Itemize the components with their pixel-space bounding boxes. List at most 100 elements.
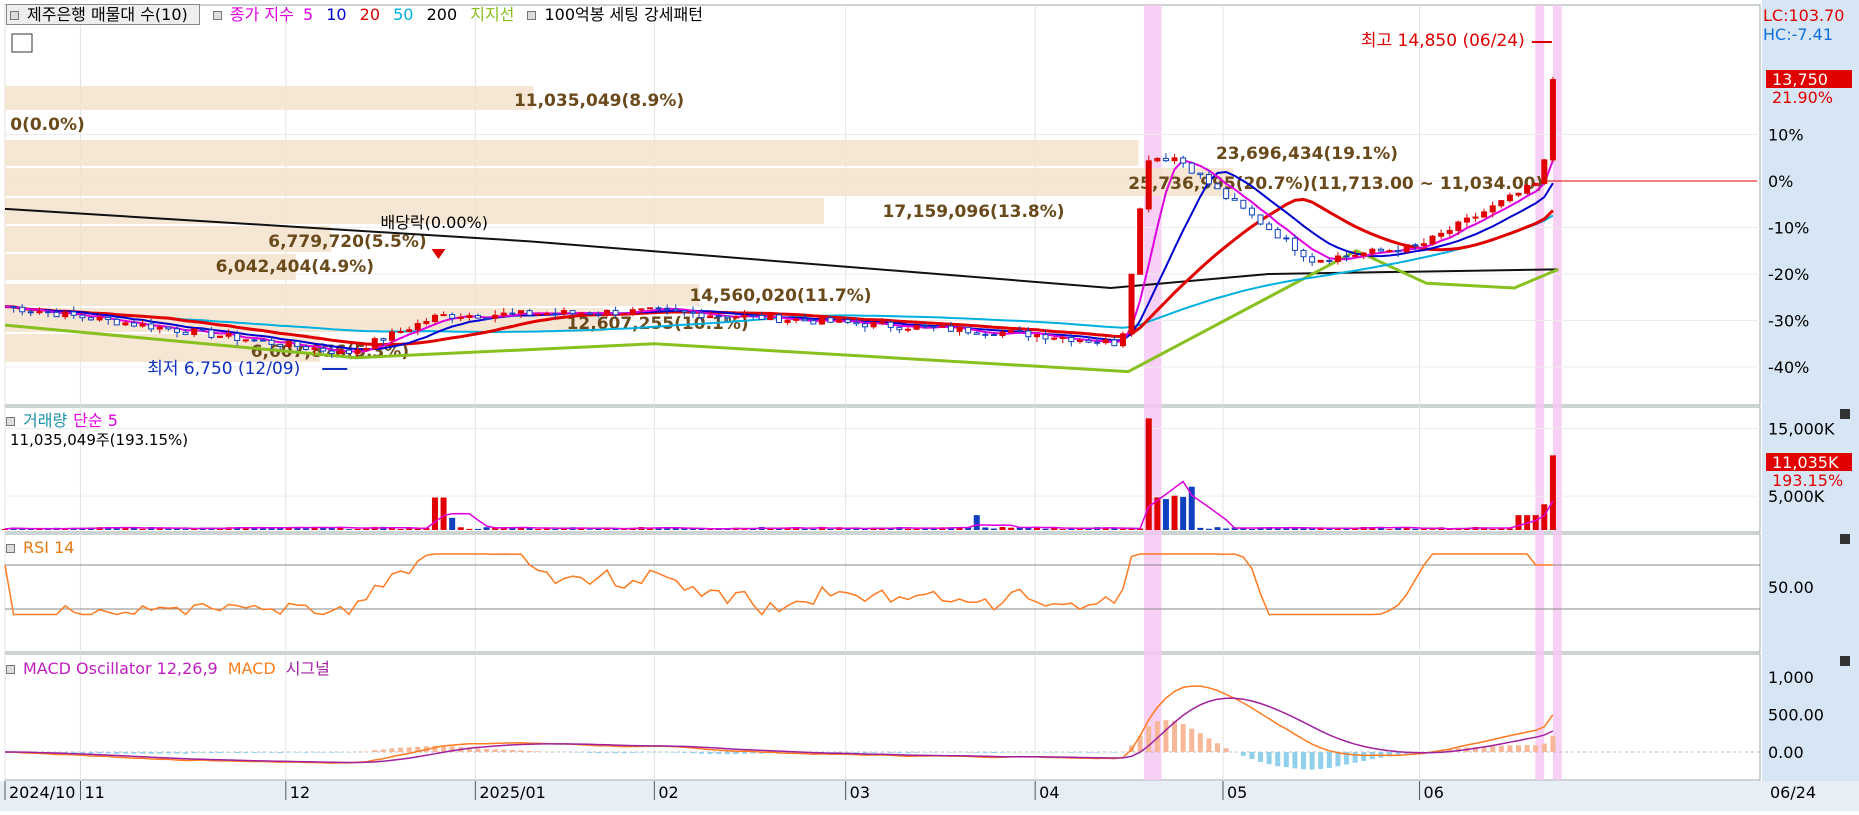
candle-body [54,312,59,316]
candle-body [80,315,85,317]
candle-body [553,314,558,315]
macd-osc-bar [1189,729,1194,752]
candle-body [940,326,945,327]
volume-bar [475,529,481,530]
candle-body [1507,195,1512,201]
macd-osc-bar [596,752,601,753]
macd-osc-bar [1525,745,1530,752]
candle-body [914,326,919,330]
macd-osc-bar [501,750,506,752]
volume-bar [673,528,679,530]
candle-body [303,347,308,350]
candle-body [647,308,652,309]
volume-bar [742,529,748,530]
candle-body [475,316,480,318]
candle-body [1181,158,1186,163]
macd-osc-bar [862,752,867,753]
candle-body [123,323,128,325]
macd-osc-bar [923,752,928,753]
macd-osc-bar [1275,752,1280,766]
menu-icon [10,11,19,20]
macd-osc-bar [518,750,523,752]
bottom-axis-bg [0,781,1859,811]
macd-osc-bar [536,751,541,752]
macd-osc-bar [622,752,627,753]
candle-body [338,350,343,353]
candle-body [794,319,799,320]
volume-bar [802,529,808,530]
macd-osc-bar [312,752,317,753]
rsi-menu-icon[interactable] [6,544,15,553]
volume-bar [535,529,541,530]
rsi-title: RSI 14 [23,538,74,557]
candle-body [45,312,50,313]
macd-osc-bar [1335,752,1340,766]
macd-osc-bar [131,752,136,754]
macd-axis-tick: 1,000 [1768,668,1814,687]
candle-body [355,350,360,353]
candle-body [106,317,111,319]
volume-bar [1421,529,1427,530]
candle-body [1086,340,1091,342]
macd-osc-bar [1310,752,1315,770]
volume-menu-icon[interactable] [6,417,15,426]
volume-axis-tick: 15,000K [1768,420,1835,439]
candle-body [630,310,635,314]
price-indicator-label: 종가 지수 [230,5,294,24]
rsi-axis-tick: 50.00 [1768,578,1814,597]
candle-body [1120,334,1125,346]
candle-body [587,313,592,314]
macd-osc-bar [372,750,377,752]
candle-body [1017,331,1022,332]
macd-osc-bar [1224,748,1229,752]
candle-body [364,348,369,349]
volume-bar [991,529,997,530]
macd-osc-bar [1215,743,1220,752]
candle-body [1378,249,1383,251]
macd-osc-bar [88,752,93,754]
x-axis-label: 11 [84,783,104,802]
macd-label: MACD [228,659,276,678]
macd-osc-bar [690,752,695,753]
candle-body [1198,173,1203,174]
macd-osc-bar [1533,745,1538,752]
macd-osc-bar [123,752,128,754]
candle-body [983,334,988,335]
macd-osc-bar [1112,752,1117,753]
candle-body [751,315,756,316]
volume-bar [1197,528,1203,530]
macd-osc-bar [1361,752,1366,761]
candle-body [518,311,523,313]
volume-bar [303,528,309,530]
volume-bar [1180,497,1186,530]
volume-bar [1206,529,1212,530]
candle-body [1069,338,1074,342]
stock-button[interactable]: 제주은행 매물대 수(10) [6,4,200,25]
volume-bar [1223,528,1229,530]
volume-profile-bar [5,86,533,110]
ma-period-10: 10 [326,5,346,24]
volume-bar [183,529,189,530]
candle-body [1533,184,1538,186]
macd-osc-bar [140,752,145,754]
lc-label: LC:103.70 [1763,6,1844,25]
macd-osc-bar [974,752,979,753]
volume-bar [1060,529,1066,530]
chart-canvas[interactable]: 10%0%-10%-20%-30%-40%11,035,049(8.9%)0(0… [0,0,1859,811]
macd-osc-bar [1077,752,1082,753]
macd-osc-bar [398,748,403,752]
volume-profile-label: 14,560,020(11.7%) [689,286,871,306]
candle-body [1292,238,1297,250]
macd-osc-bar [725,752,730,754]
volume-bar [905,529,911,530]
macd-menu-icon[interactable] [6,665,15,674]
volume-legend: 거래량단순 5 [6,412,126,430]
candle-body [966,327,971,332]
candle-body [1310,257,1315,262]
pct-axis-tick: -40% [1768,358,1809,377]
x-axis-label: 2024/10 [9,783,75,802]
candle-body [200,329,205,330]
candle-body [415,324,420,330]
candle-body [1404,245,1409,252]
macd-osc-bar [114,752,119,754]
